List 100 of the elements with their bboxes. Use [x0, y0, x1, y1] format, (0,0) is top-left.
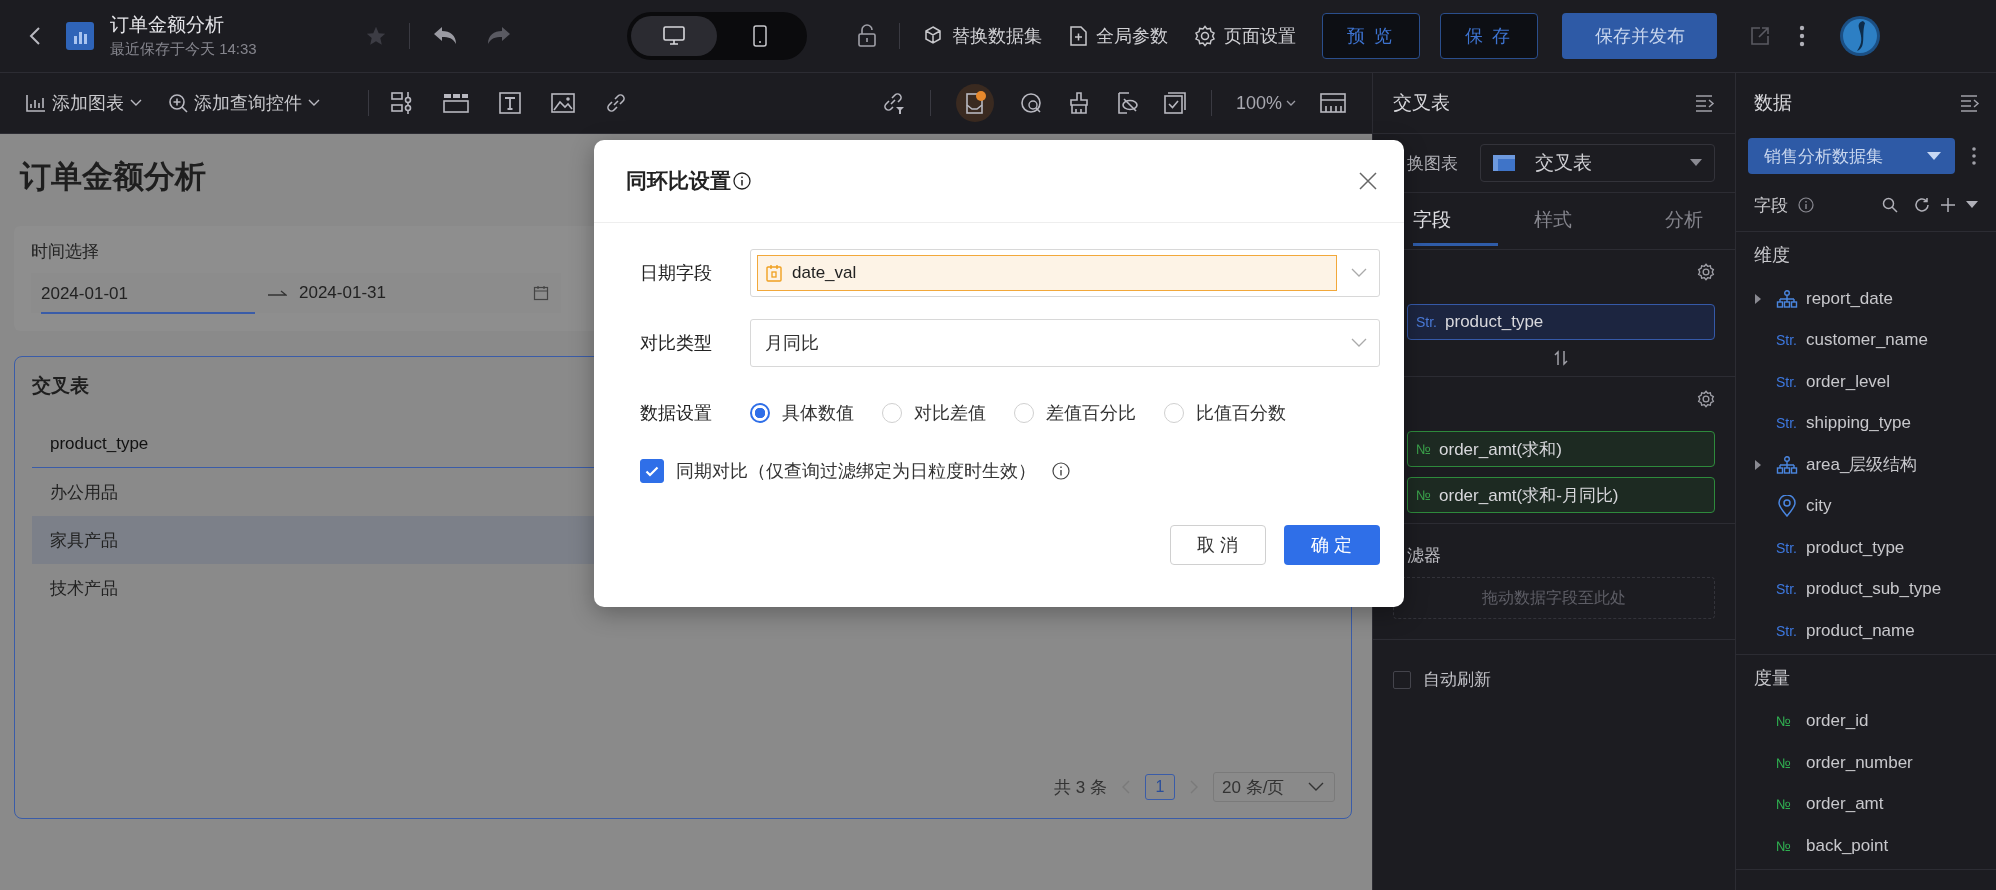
fields-label: 字段 [1754, 194, 1788, 217]
phone-icon [753, 25, 767, 47]
dimensions-label: 维度 [1754, 244, 1791, 267]
image-icon[interactable] [551, 93, 575, 113]
form-label: 日期字段 [640, 262, 713, 285]
header-button[interactable]: 预 览 [1322, 13, 1420, 59]
field-item[interactable]: Str. order_level [1754, 361, 1996, 403]
switch-chart-label: 换图表 [1407, 152, 1458, 175]
monitor-icon [663, 26, 685, 46]
field-chip[interactable]: № order_amt(求和-月同比) [1407, 477, 1715, 513]
field-chip[interactable]: Str. product_type [1407, 304, 1715, 340]
collapse-icon[interactable] [1960, 94, 1980, 112]
calendar-icon [766, 264, 782, 282]
field-item[interactable]: Str. shipping_type [1754, 402, 1996, 444]
caret-icon [1286, 100, 1296, 106]
expand-icon[interactable] [1754, 292, 1762, 305]
info-icon[interactable] [733, 172, 751, 190]
chart-type-select[interactable]: 交叉表 [1480, 144, 1715, 182]
field-item[interactable]: Str. product_name [1754, 610, 1996, 652]
add-icon[interactable] [1940, 197, 1956, 213]
dataset-select[interactable]: 销售分析数据集 [1748, 138, 1955, 174]
caret-icon [1351, 338, 1367, 348]
desktop-view-button[interactable] [631, 16, 717, 56]
link-icon[interactable] [605, 92, 627, 114]
check-icon [645, 465, 659, 477]
tabs-icon[interactable] [443, 93, 469, 113]
field-item[interactable]: Str. product_type [1754, 527, 1996, 569]
text-icon[interactable] [499, 92, 521, 114]
caret-icon [130, 99, 142, 107]
more-icon[interactable] [1799, 25, 1805, 47]
radio-option[interactable]: 对比差值 [882, 401, 986, 425]
add-chart-menu[interactable]: 添加图表 [26, 91, 142, 115]
form-label: 对比类型 [640, 332, 713, 355]
panel-tab[interactable]: 分析 [1618, 193, 1715, 249]
panel-tab[interactable]: 字段 [1413, 193, 1498, 249]
field-item[interactable]: area_层级结构 [1754, 444, 1996, 486]
star-icon[interactable] [365, 25, 387, 47]
app-icon [66, 22, 94, 50]
confirm-button[interactable]: 确 定 [1284, 525, 1380, 565]
search-icon[interactable] [1882, 197, 1898, 213]
global-params-button[interactable]: 全局参数 [1068, 24, 1168, 48]
hierarchy-icon [1776, 455, 1798, 474]
calendar-icon [533, 285, 549, 301]
ruler-icon[interactable] [1320, 93, 1346, 113]
expand-icon[interactable] [1754, 458, 1762, 471]
table-row-text: 技术产品 [49, 577, 119, 600]
bar-chart-icon [26, 94, 46, 112]
table-row-text: 办公用品 [49, 481, 119, 504]
compare-type-select[interactable]: 月同比 [750, 319, 1380, 367]
radio-option[interactable]: 差值百分比 [1014, 401, 1136, 425]
header-button[interactable]: 保 存 [1440, 13, 1538, 59]
share-icon[interactable] [1749, 25, 1771, 47]
collapse-icon[interactable] [1695, 94, 1715, 112]
field-item[interactable]: report_date [1754, 278, 1996, 320]
back-icon[interactable] [28, 25, 42, 47]
table-icon [1493, 155, 1515, 171]
page-settings-button[interactable]: 页面设置 [1194, 24, 1296, 48]
avatar[interactable] [1839, 15, 1881, 57]
field-item[interactable]: Str. product_sub_type [1754, 568, 1996, 610]
zoom-in-icon [168, 93, 188, 113]
close-icon[interactable] [1359, 172, 1377, 190]
field-item[interactable]: № order_number [1754, 742, 1996, 784]
settings-icon[interactable] [1697, 263, 1715, 281]
lock-icon[interactable] [857, 24, 877, 48]
highlighted-row: 家具产品 [32, 516, 594, 564]
field-chip[interactable]: № order_amt(求和) [1407, 431, 1715, 467]
measures-label: 度量 [1754, 666, 1791, 690]
settings-icon[interactable] [1697, 390, 1715, 408]
field-item[interactable]: № order_amt [1754, 783, 1996, 825]
field-item[interactable]: № back_point [1754, 825, 1996, 867]
report-icon[interactable] [954, 83, 995, 123]
caret-icon [1308, 782, 1324, 792]
info-icon[interactable] [1052, 462, 1070, 480]
cancel-button[interactable]: 取 消 [1170, 525, 1266, 565]
field-item[interactable]: Str. customer_name [1754, 319, 1996, 361]
replace-dataset-button[interactable]: 替换数据集 [922, 24, 1042, 48]
add-query-control-menu[interactable]: 添加查询控件 [168, 91, 320, 115]
zoom-select[interactable]: 100% [1235, 92, 1296, 114]
refresh-icon[interactable] [1914, 197, 1930, 213]
auto-refresh-checkbox[interactable]: 自动刷新 [1393, 640, 1715, 691]
table-title: 交叉表 [32, 374, 90, 398]
panel-tab[interactable]: 样式 [1497, 193, 1619, 249]
dropdown-icon[interactable] [1966, 201, 1978, 209]
more-icon[interactable] [1972, 147, 1976, 165]
panel-title: 数据 [1754, 91, 1792, 115]
link-filter-icon[interactable] [881, 91, 906, 115]
page-size-select[interactable]: 20 条/页 [1213, 772, 1335, 802]
same-period-checkbox[interactable]: 同期对比（仅查询过滤绑定为日粒度时生效） [640, 459, 1036, 483]
dashboard-title: 订单金额分析 [20, 158, 206, 196]
swap-icon[interactable] [1554, 350, 1568, 366]
radio-option[interactable]: 具体数值 [750, 401, 854, 425]
control-panel-icon[interactable] [391, 91, 413, 115]
document-plus-icon [1068, 25, 1088, 47]
date-field-select[interactable]: date_val [750, 249, 1380, 297]
field-item[interactable]: № order_id [1754, 700, 1996, 742]
radio-option[interactable]: 比值百分数 [1164, 401, 1286, 425]
field-item[interactable]: city [1754, 485, 1996, 527]
cube-icon [922, 25, 944, 47]
checkbox-icon[interactable] [1162, 91, 1187, 115]
publish-button[interactable]: 保存并发布 [1562, 13, 1717, 59]
